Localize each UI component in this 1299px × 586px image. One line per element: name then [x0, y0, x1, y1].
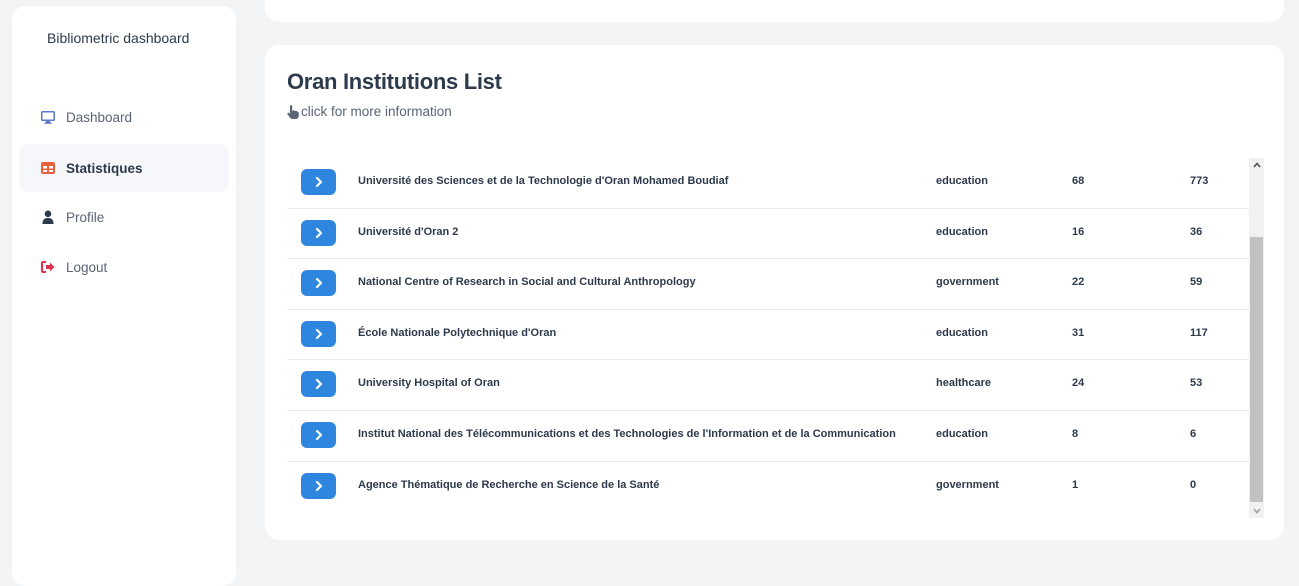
institution-type: healthcare	[936, 377, 992, 390]
sidebar-item-logout[interactable]: Logout	[19, 243, 229, 291]
sidebar-item-label: Profile	[66, 209, 105, 225]
table-scrollbar[interactable]	[1249, 158, 1264, 518]
chevron-right-icon	[315, 278, 322, 289]
institution-count-1: 68	[1072, 175, 1085, 187]
institution-name: National Centre of Research in Social an…	[358, 276, 696, 289]
institution-type: education	[936, 225, 988, 238]
page-title: Oran Institutions List	[287, 69, 502, 94]
monitor-icon	[40, 109, 56, 125]
institution-name: École Nationale Polytechnique d'Oran	[358, 326, 557, 339]
institution-count-1: 16	[1072, 225, 1085, 238]
table-icon	[40, 160, 56, 176]
institution-count-1: 1	[1072, 478, 1079, 491]
hint-text: click for more information	[287, 104, 452, 119]
expand-button[interactable]	[301, 169, 336, 195]
pointer-hand-icon	[287, 104, 299, 119]
scrollbar-thumb[interactable]	[1250, 237, 1263, 502]
institution-name: Université d'Oran 2	[358, 225, 459, 238]
expand-button[interactable]	[301, 219, 336, 246]
institution-count-2: 6	[1190, 427, 1197, 440]
hint-label: click for more information	[301, 104, 452, 119]
institution-count-1: 8	[1072, 427, 1079, 440]
institution-type: education	[936, 175, 988, 187]
user-icon	[40, 209, 56, 225]
table-row: Université des Sciences et de la Technol…	[287, 158, 1249, 209]
sidebar-item-profile[interactable]: Profile	[19, 193, 229, 241]
sidebar-item-label: Dashboard	[66, 109, 133, 125]
institution-type: education	[936, 326, 988, 339]
table-row: National Centre of Research in Social an…	[287, 259, 1249, 310]
sidebar-item-label: Logout	[66, 259, 108, 275]
chevron-right-icon	[315, 177, 322, 187]
expand-button[interactable]	[301, 472, 336, 499]
institution-type: education	[936, 427, 988, 440]
sidebar-item-label: Statistiques	[66, 160, 143, 176]
top-card	[265, 0, 1284, 22]
expand-button[interactable]	[301, 270, 336, 297]
chevron-right-icon	[315, 480, 322, 491]
institution-count-2: 0	[1190, 478, 1197, 491]
chevron-right-icon	[315, 227, 322, 238]
table-row: Institut National des Télécommunications…	[287, 411, 1249, 462]
sidebar-item-statistiques[interactable]: Statistiques	[19, 144, 229, 192]
institution-name: Université des Sciences et de la Technol…	[358, 175, 729, 187]
chevron-right-icon	[315, 379, 322, 390]
logout-icon	[40, 259, 56, 275]
institution-name: University Hospital of Oran	[358, 377, 500, 390]
scroll-up-arrow-icon[interactable]	[1249, 158, 1264, 172]
brand-title: Bibliometric dashboard	[47, 30, 190, 46]
institution-count-1: 22	[1072, 276, 1085, 289]
institution-count-2: 53	[1190, 377, 1203, 390]
institution-count-1: 24	[1072, 377, 1085, 390]
institution-name: Institut National des Télécommunications…	[358, 427, 896, 440]
institution-type: government	[936, 276, 999, 289]
institutions-card: Oran Institutions List click for more in…	[265, 45, 1284, 540]
institution-count-2: 117	[1190, 326, 1208, 339]
institution-name: Agence Thématique de Recherche en Scienc…	[358, 478, 660, 491]
table-row: Agence Thématique de Recherche en Scienc…	[287, 462, 1249, 512]
institution-count-2: 59	[1190, 276, 1203, 289]
expand-button[interactable]	[301, 371, 336, 398]
table-row: University Hospital of Oran healthcare 2…	[287, 360, 1249, 411]
chevron-right-icon	[315, 429, 322, 440]
institution-type: government	[936, 478, 999, 491]
table-row: Université d'Oran 2 education 16 36	[287, 209, 1249, 260]
expand-button[interactable]	[301, 421, 336, 448]
sidebar: Bibliometric dashboard Dashboard Statist…	[12, 6, 236, 586]
sidebar-item-dashboard[interactable]: Dashboard	[19, 93, 229, 141]
institution-count-1: 31	[1072, 326, 1085, 339]
institutions-table: Université des Sciences et de la Technol…	[287, 158, 1264, 518]
table-row: École Nationale Polytechnique d'Oran edu…	[287, 310, 1249, 361]
chevron-right-icon	[315, 328, 322, 339]
institution-count-2: 36	[1190, 225, 1203, 238]
expand-button[interactable]	[301, 320, 336, 347]
scroll-down-arrow-icon[interactable]	[1249, 504, 1264, 518]
institution-count-2: 773	[1190, 175, 1209, 187]
